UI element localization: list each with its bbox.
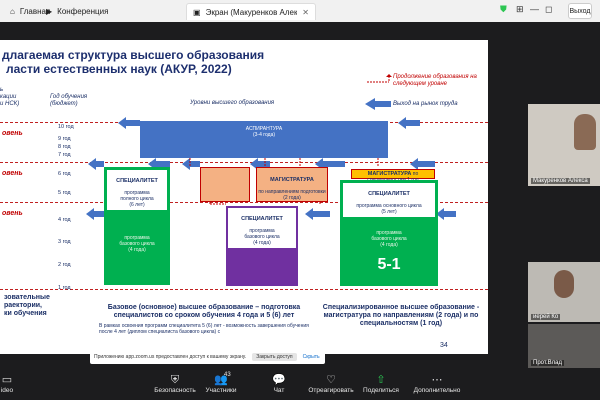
tab-screen-share[interactable]: ▣ Экран (Макуренков Александр ✕ [186, 3, 316, 20]
shield-icon: ⛨ [170, 374, 180, 386]
magistratura-mid-box: МАГИСТРАТУРА по направлениям подготовки … [256, 167, 328, 202]
specialitet-right-box: СПЕЦИАЛИТЕТ программа основного цикла (5… [340, 180, 438, 286]
bottom-left-caption: зовательные раектории, ки обучения [4, 294, 50, 317]
maximize-icon[interactable]: ◻ [545, 4, 552, 15]
avatar [574, 114, 596, 150]
share-notification: Приложению app.zoom.us предоставлен дост… [90, 350, 325, 364]
meeting-toolbar: ▭ ideo ⛨ Безопасность 👥 43 Участники 💬 Ч… [0, 370, 600, 400]
specialitet-base-box: СПЕЦИАЛИТЕТ программа базового цикла (4 … [226, 206, 298, 286]
participant-video[interactable]: Макуренков Алекса [528, 104, 600, 186]
shield-icon[interactable]: ⛊ [500, 4, 507, 15]
tab-conference[interactable]: ▶ Конференция [40, 3, 114, 20]
screen-icon: ▣ [193, 7, 201, 17]
bottom-mid-caption: Базовое (основное) высшее образование – … [107, 304, 301, 319]
participant-video[interactable]: иерей Ко [528, 262, 600, 322]
participant-video[interactable]: Прот.Влад [528, 324, 600, 368]
magistratura-left-box [200, 167, 250, 202]
notification-text: Приложению app.zoom.us предоставлен дост… [94, 354, 247, 360]
participant-strip: Макуренков Алекса иерей Ко Прот.Влад [528, 104, 600, 400]
participant-count: 43 [224, 372, 231, 378]
camera-icon: ▶ [46, 7, 53, 16]
hide-button[interactable]: Скрыть [303, 354, 320, 360]
grid-icon[interactable]: ⊞ [516, 4, 524, 15]
react-button[interactable]: ♡ Отреагировать [306, 374, 356, 394]
bottom-note: В рамках освоения программ специалитета … [99, 323, 309, 335]
share-button[interactable]: ⇧ Поделиться [356, 374, 406, 394]
exit-button[interactable]: Выход [568, 3, 592, 19]
specialitet-full-box: СПЕЦИАЛИТЕТ программа полного цикла (6 л… [104, 167, 170, 285]
stop-sharing-button[interactable]: Закрыть доступ [252, 353, 297, 361]
security-button[interactable]: ⛨ Безопасность [150, 374, 200, 394]
avatar [554, 270, 574, 298]
close-icon[interactable]: ✕ [302, 8, 309, 17]
window-tab-bar: ⌂ Главная ▶ Конференция ▣ Экран (Макурен… [0, 0, 600, 22]
big-label: 5-1 [377, 256, 401, 273]
participants-icon: 👥 [214, 374, 228, 386]
aspirantura-box: АСПИРАНТУРА (3-4 года) [140, 121, 388, 158]
home-icon: ⌂ [10, 7, 15, 16]
more-icon: ⋯ [431, 374, 443, 386]
video-button[interactable]: ▭ ideo [0, 374, 32, 394]
video-icon: ▭ [1, 374, 13, 386]
chat-button[interactable]: 💬 Чат [254, 374, 304, 394]
chat-icon: 💬 [272, 374, 286, 386]
heart-icon: ♡ [326, 374, 336, 386]
minimize-icon[interactable]: — [530, 4, 539, 14]
bottom-right-caption: Специализированное высшее образование - … [322, 304, 480, 327]
participants-button[interactable]: 👥 43 Участники [196, 372, 246, 394]
shared-slide: длагаемая структура высшего образования … [0, 40, 488, 354]
magistratura-right-box: МАГИСТРАТУРА по специальностям 1 год [351, 169, 435, 183]
share-icon: ⇧ [376, 374, 386, 386]
more-button[interactable]: ⋯ Дополнительно [412, 374, 462, 394]
page-number: 34 [440, 342, 448, 349]
